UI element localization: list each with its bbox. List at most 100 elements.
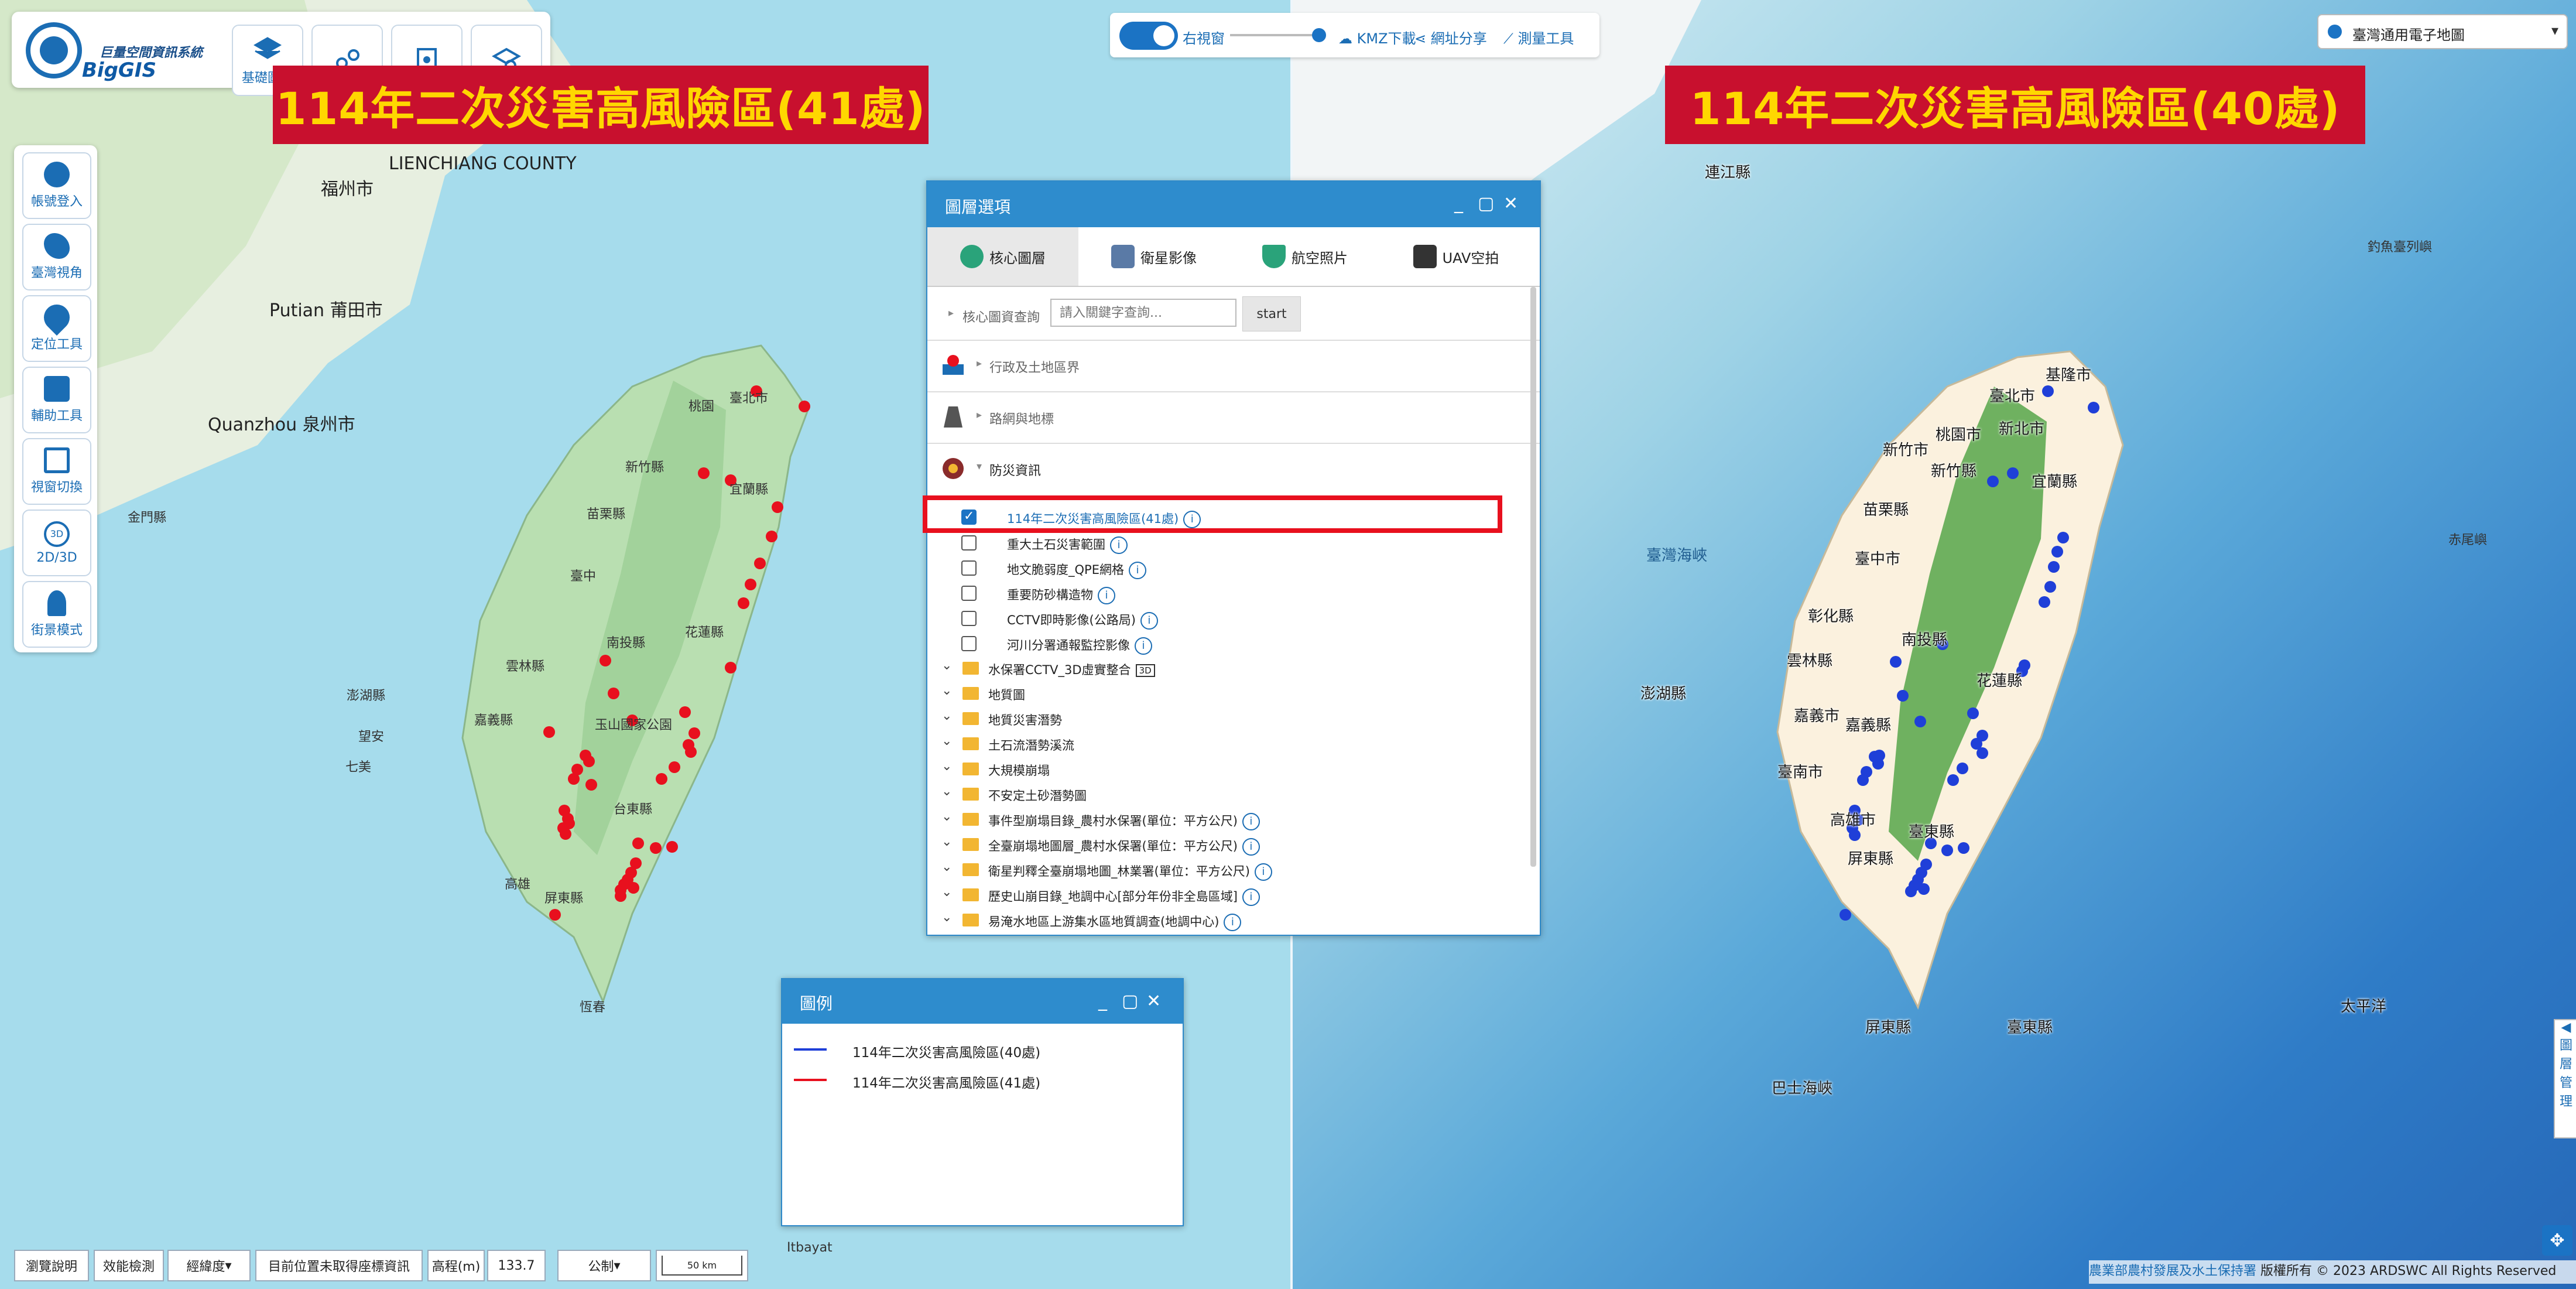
section-admin-boundary[interactable]: ▸ 行政及土地區界: [927, 340, 1540, 392]
red-risk-marker[interactable]: [766, 531, 777, 542]
info-icon[interactable]: i: [1110, 536, 1128, 554]
blue-risk-marker[interactable]: [1941, 844, 1953, 856]
street-view-button[interactable]: 街景模式: [22, 581, 91, 648]
layer-panel-scrollbar[interactable]: [1530, 287, 1536, 867]
layer-item[interactable]: 地文脆弱度_QPE網格 i: [927, 556, 1540, 581]
red-risk-marker[interactable]: [745, 579, 756, 590]
basemap-select[interactable]: 臺灣通用電子地圖 ▾: [2317, 14, 2568, 49]
layer-folder[interactable]: ⌄ 事件型崩塌目錄_農村水保署(單位：平方公尺) i: [927, 807, 1540, 832]
blue-risk-marker[interactable]: [1918, 883, 1930, 895]
coord-type-select[interactable]: 經緯度 ▾: [167, 1250, 251, 1281]
red-risk-marker[interactable]: [698, 467, 710, 479]
blue-risk-marker[interactable]: [2039, 596, 2050, 608]
opacity-slider-handle[interactable]: [1312, 28, 1326, 42]
info-icon[interactable]: i: [1135, 637, 1152, 655]
red-risk-marker[interactable]: [666, 841, 678, 853]
help-button[interactable]: 瀏覽說明: [14, 1250, 89, 1281]
blue-risk-marker[interactable]: [1849, 829, 1861, 841]
close-icon[interactable]: ✕: [1503, 193, 1518, 214]
layer-manager-tab[interactable]: ◀ 圖層管理: [2554, 1019, 2576, 1138]
red-risk-marker[interactable]: [725, 662, 737, 673]
layer-folder[interactable]: ⌄ 地質災害潛勢: [927, 706, 1540, 731]
legend-header[interactable]: 圖例 _ ▢ ✕: [782, 979, 1183, 1024]
red-risk-marker[interactable]: [563, 818, 575, 829]
red-risk-marker[interactable]: [585, 779, 597, 791]
chevron-down-icon[interactable]: ⌄: [941, 784, 952, 799]
blue-risk-marker[interactable]: [1957, 763, 1968, 774]
unit-select[interactable]: 公制 ▾: [557, 1250, 651, 1281]
blue-risk-marker[interactable]: [2048, 561, 2060, 573]
layer-folder[interactable]: ⌄ 大規模崩塌: [927, 757, 1540, 782]
chevron-down-icon[interactable]: ⌄: [941, 809, 952, 824]
layer-panel-header[interactable]: 圖層選項 _ ▢ ✕: [927, 182, 1540, 227]
red-risk-marker[interactable]: [685, 746, 697, 758]
tab-uav[interactable]: UAV空拍: [1381, 227, 1532, 286]
locate-tool-button[interactable]: 定位工具: [22, 295, 91, 362]
chevron-down-icon[interactable]: ⌄: [941, 709, 952, 723]
info-icon[interactable]: i: [1242, 813, 1260, 830]
core-query-input[interactable]: [1050, 299, 1236, 327]
opacity-slider-track[interactable]: [1230, 34, 1318, 36]
layer-folder[interactable]: ⌄ 全臺崩塌地圖層_農村水保署(單位：平方公尺) i: [927, 832, 1540, 857]
info-icon[interactable]: i: [1140, 612, 1158, 630]
share-url-button[interactable]: ⋖ 網址分享: [1414, 27, 1487, 47]
blue-risk-marker[interactable]: [1947, 774, 1959, 786]
red-risk-marker[interactable]: [738, 597, 749, 609]
blue-risk-marker[interactable]: [1987, 476, 1999, 487]
layer-folder[interactable]: ⌄ 易淹水地區上游集水區地質調查(地調中心) i: [927, 908, 1540, 933]
blue-risk-marker[interactable]: [1905, 885, 1917, 897]
blue-risk-marker[interactable]: [1857, 774, 1869, 786]
red-risk-marker[interactable]: [656, 773, 667, 785]
red-risk-marker[interactable]: [799, 401, 810, 412]
kmz-download-button[interactable]: ☁ KMZ下載: [1338, 27, 1416, 47]
layer-checkbox[interactable]: [961, 636, 977, 651]
layer-folder[interactable]: ⌄ 衛星判釋全臺崩塌地圖_林業署(單位：平方公尺) i: [927, 857, 1540, 883]
info-icon[interactable]: i: [1128, 562, 1146, 579]
copyright-agency-link[interactable]: 農業部農村發展及水土保持署: [2089, 1264, 2256, 1278]
chevron-down-icon[interactable]: ⌄: [941, 658, 952, 673]
blue-risk-marker[interactable]: [2088, 402, 2099, 413]
section-disaster-info[interactable]: ▾ 防災資訊: [927, 443, 1540, 494]
chevron-down-icon[interactable]: ⌄: [941, 835, 952, 849]
toggle-2d-3d-button[interactable]: 3D 2D/3D: [22, 510, 91, 576]
red-risk-marker[interactable]: [568, 773, 580, 785]
layer-folder[interactable]: ⌄ 土石流潛勢溪流: [927, 731, 1540, 757]
tab-core-layer[interactable]: 核心圖層: [927, 227, 1078, 286]
performance-test-button[interactable]: 效能檢測: [94, 1250, 164, 1281]
blue-risk-marker[interactable]: [1890, 656, 1902, 668]
tab-satellite[interactable]: 衛星影像: [1078, 227, 1229, 286]
blue-risk-marker[interactable]: [2044, 581, 2056, 593]
red-risk-marker[interactable]: [650, 842, 662, 854]
layer-checkbox[interactable]: [961, 535, 977, 551]
blue-risk-marker[interactable]: [1869, 751, 1880, 763]
window-toggle[interactable]: [1119, 22, 1178, 50]
layer-folder[interactable]: ⌄ 水保署CCTV_3D虛實整合 3D: [927, 656, 1540, 681]
red-risk-marker[interactable]: [600, 655, 611, 666]
expand-icon[interactable]: ✥: [2542, 1225, 2572, 1256]
red-risk-marker[interactable]: [628, 882, 639, 894]
red-risk-marker[interactable]: [754, 558, 766, 569]
layer-item[interactable]: 河川分署通報監控影像 i: [927, 631, 1540, 657]
red-risk-marker[interactable]: [679, 706, 691, 718]
window-switch-button[interactable]: 視窗切換: [22, 438, 91, 505]
maximize-icon[interactable]: ▢: [1122, 991, 1138, 1011]
blue-risk-marker[interactable]: [1976, 747, 1988, 759]
layer-folder[interactable]: ⌄ 歷史山崩目錄_地調中心[部分年份非全島區域] i: [927, 883, 1540, 908]
layer-checkbox[interactable]: [961, 611, 977, 626]
minimize-icon[interactable]: _: [1454, 193, 1463, 214]
red-risk-marker[interactable]: [543, 726, 555, 738]
assist-tool-button[interactable]: 輔助工具: [22, 367, 91, 433]
red-risk-marker[interactable]: [580, 750, 591, 761]
blue-risk-marker[interactable]: [1967, 707, 1979, 719]
info-icon[interactable]: i: [1098, 587, 1115, 604]
tab-aerial[interactable]: 航空照片: [1229, 227, 1381, 286]
blue-risk-marker[interactable]: [1839, 909, 1851, 921]
chevron-down-icon[interactable]: ⌄: [941, 759, 952, 774]
red-risk-marker[interactable]: [669, 761, 680, 773]
red-risk-marker[interactable]: [560, 828, 571, 840]
query-start-button[interactable]: start: [1242, 296, 1301, 331]
layer-folder[interactable]: ⌄ 不安定土砂潛勢圖: [927, 782, 1540, 807]
layer-folder[interactable]: ⌄ 地質圖: [927, 681, 1540, 706]
layer-checkbox[interactable]: [961, 560, 977, 576]
red-risk-marker[interactable]: [549, 909, 561, 921]
